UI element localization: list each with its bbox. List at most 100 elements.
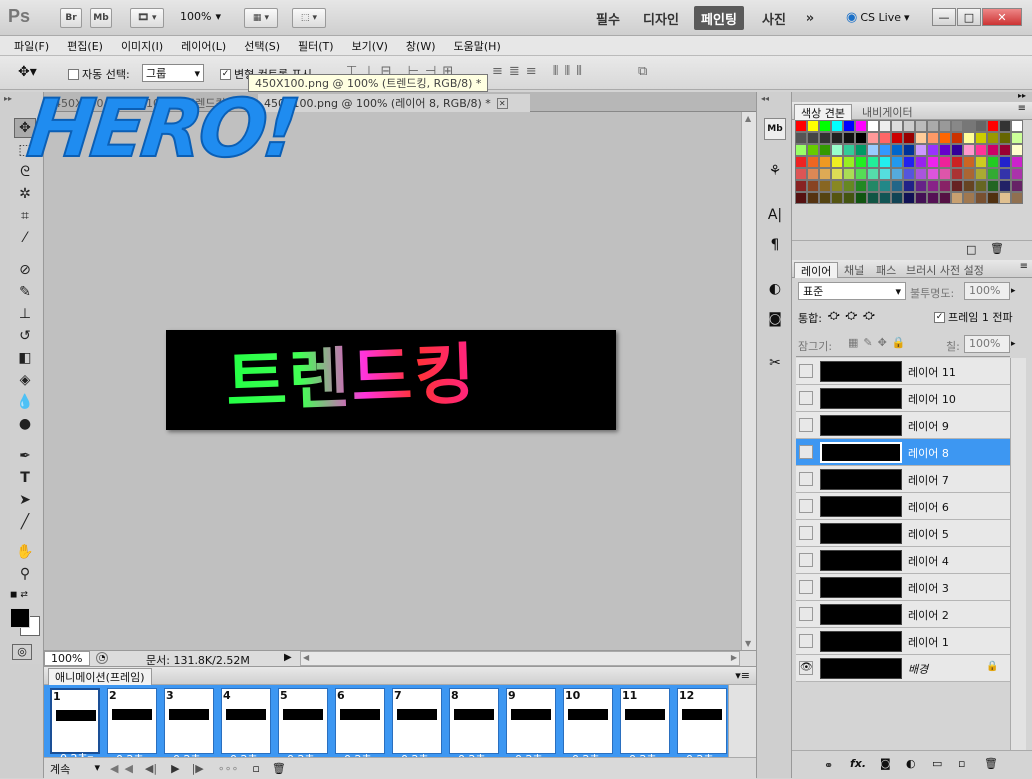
tool-presets-panel-icon[interactable]: ✂ <box>764 352 786 374</box>
visibility-toggle[interactable] <box>799 418 813 432</box>
animation-frame[interactable]: 11트렌드킹0.2초▾ <box>620 688 670 766</box>
opacity-dropdown-icon[interactable]: ▸ <box>1011 282 1016 300</box>
color-swatch[interactable] <box>795 180 807 192</box>
menu-layer[interactable]: 레이어(L) <box>181 38 226 54</box>
character-panel-icon[interactable]: A| <box>764 204 786 226</box>
workspace-painting[interactable]: 페인팅 <box>694 6 744 30</box>
color-swatch[interactable] <box>867 192 879 204</box>
close-tab-icon[interactable]: ✕ <box>496 97 508 109</box>
color-swatch[interactable] <box>975 120 987 132</box>
arrange-documents-button[interactable]: ▦ ▾ <box>244 8 278 28</box>
menu-filter[interactable]: 필터(T) <box>298 38 334 54</box>
color-swatch[interactable] <box>891 192 903 204</box>
unify-icons[interactable]: ⛮⛮⛮ <box>828 309 881 323</box>
color-swatch[interactable] <box>975 168 987 180</box>
color-swatch[interactable] <box>855 144 867 156</box>
history-panel-icon[interactable]: ⚘ <box>764 160 786 182</box>
color-swatch[interactable] <box>903 132 915 144</box>
color-swatch[interactable] <box>795 168 807 180</box>
visibility-toggle[interactable] <box>799 634 813 648</box>
color-swatch[interactable] <box>951 192 963 204</box>
color-swatch[interactable] <box>999 144 1011 156</box>
menu-image[interactable]: 이미지(I) <box>121 38 163 54</box>
menu-help[interactable]: 도움말(H) <box>454 38 501 54</box>
propagate-frame-checkbox[interactable]: ✓ 프레임 1 전파 <box>934 309 1013 325</box>
animation-frame[interactable]: 2트렌드킹0.2초▾ <box>107 688 157 766</box>
paint-bucket-tool-icon[interactable]: ◈ <box>14 370 36 390</box>
pen-tool-icon[interactable]: ✒ <box>14 446 36 466</box>
animation-frame[interactable]: 8트렌드킹0.2초▾ <box>449 688 499 766</box>
layer-row[interactable]: 트렌드킹 레이어 4 <box>796 547 1010 574</box>
adjustment-layer-icon[interactable]: ◐ <box>906 757 916 770</box>
lock-icons[interactable]: ▦✎✥🔒 <box>848 336 911 349</box>
visibility-toggle[interactable] <box>799 391 813 405</box>
visibility-toggle[interactable] <box>799 553 813 567</box>
color-swatch[interactable] <box>819 132 831 144</box>
color-swatch[interactable] <box>903 144 915 156</box>
panel-menu-icon[interactable]: ≡ <box>1018 103 1026 114</box>
opacity-field[interactable]: 100% <box>964 282 1010 300</box>
color-swatch[interactable] <box>963 132 975 144</box>
screen-mode-button[interactable]: ⬚ ▾ <box>292 8 326 28</box>
color-swatch[interactable] <box>1011 132 1023 144</box>
color-swatch[interactable] <box>807 156 819 168</box>
vertical-scrollbar[interactable]: ▲ ▼ <box>741 112 756 650</box>
status-menu-arrow-icon[interactable]: ▶ <box>284 652 292 663</box>
color-swatch[interactable] <box>927 120 939 132</box>
line-tool-icon[interactable]: ╱ <box>14 512 36 532</box>
color-swatch[interactable] <box>927 192 939 204</box>
new-swatch-icon[interactable]: □ <box>966 243 976 256</box>
color-swatch[interactable] <box>999 192 1011 204</box>
visibility-toggle[interactable] <box>799 607 813 621</box>
animation-frame[interactable]: 9트렌드킹0.2초▾ <box>506 688 556 766</box>
layer-row[interactable]: 트렌드킹 레이어 2 <box>796 601 1010 628</box>
frames-scrollbar[interactable] <box>728 685 756 757</box>
animation-frame[interactable]: 6트렌드킹0.2초▾ <box>335 688 385 766</box>
color-swatch[interactable] <box>939 180 951 192</box>
color-swatch[interactable] <box>831 180 843 192</box>
layer-row[interactable]: 트렌드킹 레이어 9 <box>796 412 1010 439</box>
duplicate-frame-icon[interactable]: ▫ <box>252 762 259 775</box>
color-swatch[interactable] <box>903 156 915 168</box>
color-swatch[interactable] <box>1011 192 1023 204</box>
color-swatch[interactable] <box>1011 144 1023 156</box>
path-selection-tool-icon[interactable]: ➤ <box>14 490 36 510</box>
collapse-arrows-icon[interactable]: ◂◂ <box>761 94 769 103</box>
color-swatch[interactable] <box>855 180 867 192</box>
collapse-arrows-icon[interactable]: ▸▸ <box>1018 91 1026 100</box>
workspace-photo[interactable]: 사진 <box>754 6 794 30</box>
layers-scrollbar[interactable] <box>1010 358 1026 750</box>
color-swatch[interactable] <box>951 180 963 192</box>
layer-mask-icon[interactable]: ◙ <box>880 757 891 770</box>
trash-icon[interactable]: 🗑 <box>984 757 998 770</box>
color-swatch[interactable] <box>1011 156 1023 168</box>
color-swatch[interactable] <box>963 144 975 156</box>
type-tool-icon[interactable]: T <box>14 468 36 488</box>
layer-row[interactable]: 트렌드킹 레이어 6 <box>796 493 1010 520</box>
color-swatch[interactable] <box>891 144 903 156</box>
status-icon[interactable]: ◔ <box>96 652 108 664</box>
color-swatch[interactable] <box>927 132 939 144</box>
foreground-color-swatch[interactable] <box>10 608 30 628</box>
animation-frame[interactable]: 5트렌드킹0.2초▾ <box>278 688 328 766</box>
minibridge-panel-icon[interactable]: Mb <box>764 118 786 140</box>
color-swatch[interactable] <box>915 192 927 204</box>
color-swatch[interactable] <box>807 168 819 180</box>
color-swatch[interactable] <box>867 132 879 144</box>
color-swatch[interactable] <box>1011 180 1023 192</box>
cs-live-menu[interactable]: ◉ CS Live ▾ <box>846 10 910 25</box>
color-swatch[interactable] <box>915 180 927 192</box>
document-canvas[interactable]: 트렌드킹 <box>166 330 616 430</box>
color-swatch[interactable] <box>939 120 951 132</box>
visibility-toggle[interactable] <box>799 472 813 486</box>
animation-frame[interactable]: 12트렌드킹0.2초▾ <box>677 688 727 766</box>
color-swatch[interactable] <box>963 120 975 132</box>
color-swatch[interactable] <box>999 156 1011 168</box>
layer-row[interactable]: 트렌드킹 레이어 1 <box>796 628 1010 655</box>
color-swatch[interactable] <box>879 132 891 144</box>
previous-frame-icon[interactable]: ◀| <box>145 762 157 775</box>
panel-menu-icon[interactable]: ≡ <box>1020 261 1028 272</box>
color-swatch[interactable] <box>807 192 819 204</box>
menu-file[interactable]: 파일(F) <box>14 38 49 54</box>
color-swatch[interactable] <box>807 132 819 144</box>
